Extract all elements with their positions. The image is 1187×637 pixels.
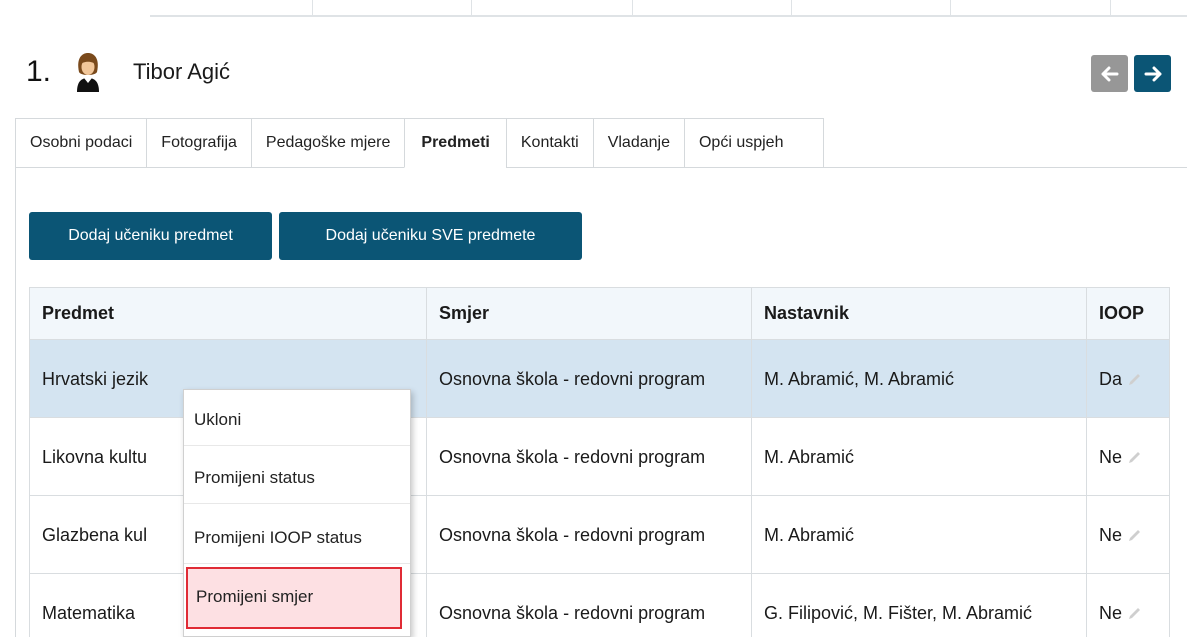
pencil-icon[interactable]	[1126, 372, 1142, 388]
cell-smjer: Osnovna škola - redovni program	[426, 495, 752, 574]
ioop-value: Da	[1099, 368, 1123, 389]
tab-predmeti[interactable]: Predmeti	[404, 118, 506, 168]
divider	[632, 0, 633, 16]
divider	[312, 0, 313, 16]
cell-nastavnik: M. Abramić	[751, 417, 1087, 496]
pencil-icon[interactable]	[1126, 450, 1142, 466]
cell-smjer: Osnovna škola - redovni program	[426, 573, 752, 637]
student-tabs: Osobni podaci Fotografija Pedagoške mjer…	[15, 118, 824, 168]
cell-ioop: Ne	[1086, 573, 1170, 637]
tab-opci-uspjeh[interactable]: Opći uspjeh	[683, 118, 824, 168]
cell-nastavnik: M. Abramić, M. Abramić	[751, 339, 1087, 418]
tab-vladanje[interactable]: Vladanje	[592, 118, 684, 168]
menu-item-label: Promijeni status	[194, 468, 315, 487]
add-all-subjects-button[interactable]: Dodaj učeniku SVE predmete	[279, 212, 582, 260]
menu-item-label: Ukloni	[194, 410, 242, 429]
pencil-icon[interactable]	[1126, 606, 1142, 622]
add-subject-button[interactable]: Dodaj učeniku predmet	[29, 212, 272, 260]
column-header-nastavnik[interactable]: Nastavnik	[751, 287, 1087, 340]
student-header: 1. Tibor Agić	[26, 48, 230, 96]
student-number: 1.	[26, 55, 52, 88]
divider	[1110, 0, 1111, 16]
ioop-value: Ne	[1099, 524, 1123, 545]
divider	[471, 0, 472, 16]
student-name: Tibor Agić	[133, 59, 231, 84]
arrow-left-icon	[1101, 66, 1118, 81]
top-table-edge	[150, 0, 1187, 17]
table-header-row: Predmet Smjer Nastavnik IOOP	[29, 287, 1170, 340]
divider	[791, 0, 792, 16]
cell-ioop: Da	[1086, 339, 1170, 418]
ioop-value: Ne	[1099, 446, 1123, 467]
column-header-smjer[interactable]: Smjer	[426, 287, 752, 340]
tab-osobni-podaci[interactable]: Osobni podaci	[15, 118, 147, 168]
divider	[950, 0, 951, 16]
cell-nastavnik: M. Abramić	[751, 495, 1087, 574]
ioop-value: Ne	[1099, 602, 1123, 623]
previous-student-button[interactable]	[1091, 55, 1128, 92]
next-student-button[interactable]	[1134, 55, 1171, 92]
menu-item-ukloni[interactable]: Ukloni	[184, 390, 410, 446]
cell-nastavnik: G. Filipović, M. Fišter, M. Abramić	[751, 573, 1087, 637]
tab-kontakti[interactable]: Kontakti	[505, 118, 593, 168]
menu-item-promijeni-ioop-status[interactable]: Promijeni IOOP status	[184, 508, 410, 564]
column-header-predmet[interactable]: Predmet	[29, 287, 427, 340]
menu-item-label: Promijeni smjer	[196, 587, 314, 606]
menu-item-promijeni-smjer[interactable]: Promijeni smjer	[186, 567, 402, 629]
pencil-icon[interactable]	[1126, 528, 1142, 544]
cell-smjer: Osnovna škola - redovni program	[426, 339, 752, 418]
menu-item-promijeni-status[interactable]: Promijeni status	[184, 448, 410, 504]
column-header-ioop[interactable]: IOOP	[1086, 287, 1170, 340]
tab-pedagoske-mjere[interactable]: Pedagoške mjere	[250, 118, 405, 168]
cell-smjer: Osnovna škola - redovni program	[426, 417, 752, 496]
cell-ioop: Ne	[1086, 417, 1170, 496]
row-context-menu: Ukloni Promijeni status Promijeni IOOP s…	[183, 389, 411, 637]
menu-item-label: Promijeni IOOP status	[194, 528, 362, 547]
tab-fotografija[interactable]: Fotografija	[146, 118, 251, 168]
arrow-right-icon	[1144, 66, 1161, 81]
cell-ioop: Ne	[1086, 495, 1170, 574]
user-avatar-icon	[77, 53, 100, 92]
